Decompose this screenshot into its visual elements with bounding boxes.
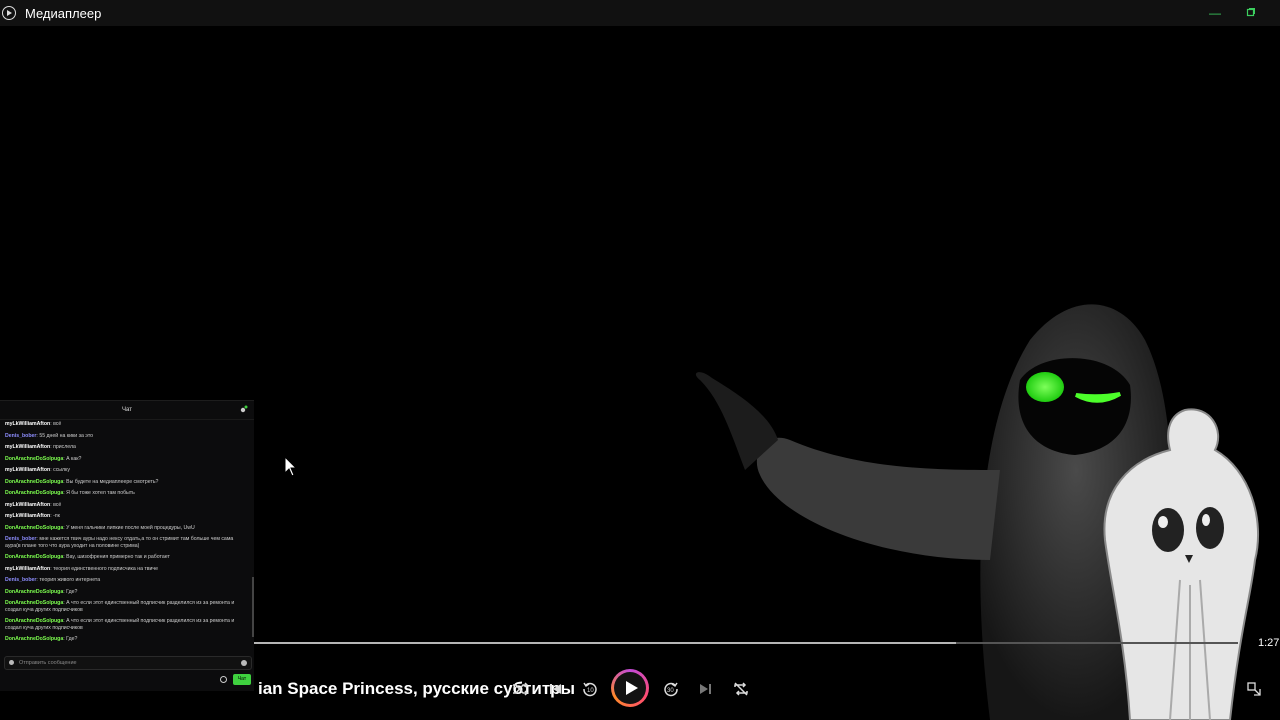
chat-username[interactable]: Denis_bober <box>5 433 36 439</box>
play-button[interactable] <box>611 669 649 707</box>
chat-message-list[interactable]: myLkWilliamAfton: всё Denis_bober: 55 дне… <box>0 420 254 643</box>
chat-username[interactable]: DonArachneDoSolpuga <box>5 554 63 560</box>
chat-message-text: теория единственного подписчика на твиче <box>53 565 159 572</box>
chat-message: myLkWilliamAfton: теория единственного п… <box>5 566 249 573</box>
chat-username[interactable]: Denis_bober <box>5 536 36 542</box>
chat-message-text: 55 дней на кики за это <box>39 432 94 439</box>
chat-message: Denis_bober: мне кажется твич ауры надо … <box>5 536 249 549</box>
chat-message: DonArachneDoSolpuga: Вау, шизофрения при… <box>5 554 249 561</box>
chat-username[interactable]: myLkWilliamAfton <box>5 513 50 519</box>
chat-gear-icon[interactable] <box>220 676 227 683</box>
minimize-icon[interactable]: — <box>1207 5 1223 21</box>
chat-message: myLkWilliamAfton: -пк <box>5 513 249 520</box>
restore-icon[interactable] <box>1243 5 1259 21</box>
chat-message-text: Где? <box>66 588 78 595</box>
chat-username[interactable]: DonArachneDoSolpuga <box>5 600 63 606</box>
skip-next-icon[interactable] <box>697 680 715 698</box>
chat-message: myLkWilliamAfton: всё <box>5 502 249 509</box>
emoji-icon[interactable] <box>241 660 247 666</box>
chat-scrollbar[interactable] <box>252 577 254 637</box>
chat-message-text: -пк <box>53 513 60 519</box>
chat-username[interactable]: DonArachneDoSolpuga <box>5 479 63 485</box>
chat-panel: Чат myLkWilliamAfton: всё Denis_bober: 55… <box>0 400 254 691</box>
chat-username[interactable]: DonArachneDoSolpuga <box>5 589 63 595</box>
svg-text:30: 30 <box>667 688 674 694</box>
chat-message: DonArachneDoSolpuga: А что если этот еди… <box>5 600 249 613</box>
chat-username[interactable]: DonArachneDoSolpuga <box>5 618 63 624</box>
chat-username[interactable]: DonArachneDoSolpuga <box>5 525 63 531</box>
chat-message: DonArachneDoSolpuga: Где? <box>5 636 249 643</box>
chat-header: Чат <box>0 401 254 420</box>
chat-message-text: У меня гальчики липкие после моей процед… <box>66 524 195 531</box>
chat-title: Чат <box>122 407 132 413</box>
chat-message-text: А как? <box>66 455 82 462</box>
chat-username[interactable]: myLkWilliamAfton <box>5 421 50 427</box>
chat-message: DonArachneDoSolpuga: А как? <box>5 456 249 463</box>
chat-users-icon[interactable] <box>240 405 248 413</box>
chat-message: myLkWilliamAfton: ссылку <box>5 467 249 474</box>
chat-message-text: Вы будете на медиаплеере смотреть? <box>66 478 159 485</box>
chat-username[interactable]: DonArachneDoSolpuga <box>5 456 63 462</box>
chat-message-text: прислела <box>53 444 76 450</box>
chat-username[interactable]: Denis_bober <box>5 577 36 583</box>
repeat-off-icon[interactable] <box>732 680 750 698</box>
chat-message: DonArachneDoSolpuga: Где? <box>5 589 249 596</box>
chat-message: Denis_bober: 55 дней на кики за это <box>5 433 249 440</box>
chat-message-text: теория живого интернета <box>39 577 101 583</box>
forward-30-icon[interactable]: 30 <box>662 680 680 698</box>
play-icon <box>614 672 646 704</box>
svg-text:10: 10 <box>587 688 594 694</box>
playback-time: 1:27 <box>1258 637 1280 649</box>
rewind-10-icon[interactable]: 10 <box>581 680 599 698</box>
app-play-icon <box>2 6 16 20</box>
chat-message-text: всё <box>53 501 62 508</box>
chat-message: DonArachneDoSolpuga: Вы будете на медиап… <box>5 479 249 486</box>
chat-message-text: Вау, шизофрения примерно так и работает <box>66 554 170 560</box>
chat-message-text: Я бы тоже хотел там побыть <box>66 490 135 496</box>
app-title: Медиаплеер <box>25 5 102 21</box>
chat-username[interactable]: myLkWilliamAfton <box>5 566 50 572</box>
chat-message-text: мне кажется твич ауры надо нексу отдать,… <box>5 536 234 549</box>
chat-username[interactable]: myLkWilliamAfton <box>5 502 50 508</box>
chat-message-text: Где? <box>66 636 78 642</box>
chat-message: DonArachneDoSolpuga: Я бы тоже хотел там… <box>5 490 249 497</box>
chat-message: myLkWilliamAfton: всё <box>5 421 249 428</box>
mini-player-icon[interactable] <box>1245 680 1263 698</box>
chat-message-input[interactable] <box>19 657 219 669</box>
title-bar: Медиаплеер — <box>0 0 1280 26</box>
chat-message: Denis_bober: теория живого интернета <box>5 577 249 584</box>
chat-input-box[interactable] <box>4 656 252 670</box>
emote-icon[interactable] <box>9 660 14 665</box>
skip-previous-icon[interactable] <box>546 680 564 698</box>
chat-username[interactable]: DonArachneDoSolpuga <box>5 490 63 496</box>
glowing-eye-left <box>1026 372 1064 402</box>
chat-message: myLkWilliamAfton: прислела <box>5 444 249 451</box>
seek-bar[interactable] <box>254 642 1238 644</box>
figure-arm <box>756 437 1000 560</box>
mouse-cursor-icon <box>284 456 298 477</box>
chat-send-button[interactable]: Чат <box>233 674 251 685</box>
chat-message: DonArachneDoSolpuga: У меня гальчики лип… <box>5 525 249 532</box>
chat-username[interactable]: myLkWilliamAfton <box>5 444 50 450</box>
chat-message: DonArachneDoSolpuga: А что если этот еди… <box>5 618 249 631</box>
chat-username[interactable]: DonArachneDoSolpuga <box>5 636 63 642</box>
chat-username[interactable]: myLkWilliamAfton <box>5 467 50 473</box>
seek-progress <box>254 642 956 644</box>
chat-message-text: всё <box>53 421 62 427</box>
shuffle-icon[interactable] <box>511 680 529 698</box>
chat-message-text: ссылку <box>53 467 70 473</box>
